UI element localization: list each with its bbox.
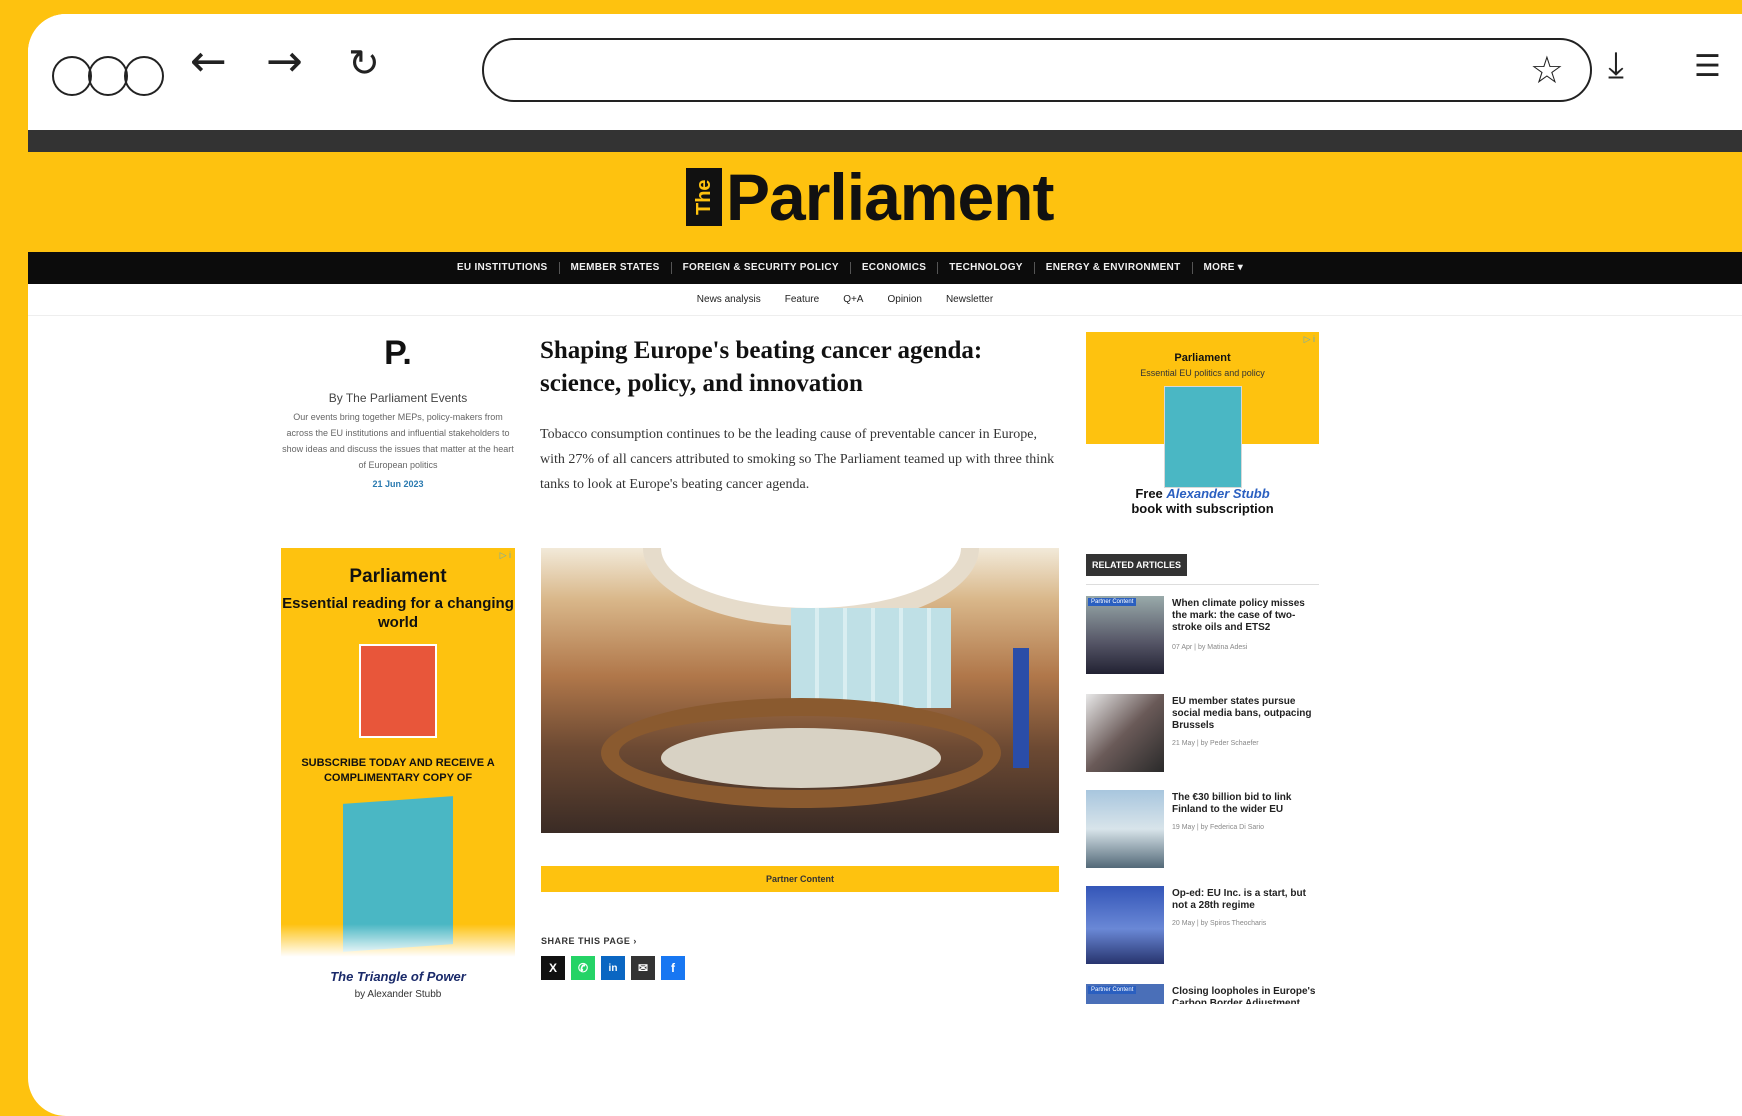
ad-right-offer: Free Alexander Stubb book with subscripti… — [1131, 486, 1274, 516]
photo-windows — [791, 608, 951, 708]
ad-right-book-image — [1164, 386, 1242, 488]
email-icon[interactable]: ✉ — [631, 956, 655, 980]
related-meta: 19 May | by Federica Di Sario — [1172, 824, 1265, 831]
related-thumbnail — [1086, 790, 1164, 868]
ad-choices-icon[interactable]: ▷ i — [500, 550, 511, 561]
window-minimize-button[interactable] — [88, 56, 128, 96]
article-hero-image — [541, 548, 1059, 833]
author-logo: P. — [384, 334, 412, 372]
subnav-newsletter[interactable]: Newsletter — [934, 294, 1005, 305]
nav-more[interactable]: MORE ▾ — [1193, 262, 1255, 274]
article-headline: Shaping Europe's beating cancer agenda: … — [540, 337, 983, 397]
download-icon[interactable]: ⤓ — [1608, 48, 1624, 84]
ad-right-tagline: Essential EU politics and policy — [1140, 368, 1265, 378]
subnav-opinion[interactable]: Opinion — [875, 294, 933, 305]
site-masthead: The Parliament — [28, 152, 1742, 252]
related-article[interactable]: EU member states pursue social media ban… — [1086, 694, 1326, 774]
share-label: SHARE THIS PAGE › — [541, 936, 637, 946]
url-input[interactable] — [514, 52, 1478, 90]
nav-eu-institutions[interactable]: EU INSTITUTIONS — [446, 262, 560, 274]
related-thumbnail — [1086, 694, 1164, 772]
left-ad-banner[interactable]: ▷ i Parliament Essential reading for a c… — [281, 548, 515, 1006]
photo-ceiling — [661, 548, 961, 608]
ad-left-brand: Parliament — [349, 566, 447, 587]
window-close-button[interactable] — [52, 56, 92, 96]
ad-left-tagline: Essential reading for a changing world — [282, 595, 514, 631]
author-description: Our events bring together MEPs, policy-m… — [282, 412, 514, 470]
linkedin-icon[interactable]: in — [601, 956, 625, 980]
related-thumbnail: Partner Content — [1086, 596, 1164, 674]
related-title[interactable]: Op-ed: EU Inc. is a start, but not a 28t… — [1172, 888, 1322, 912]
ad-left-book-title: The Triangle of Power — [330, 969, 466, 984]
subnav-qa[interactable]: Q+A — [831, 294, 875, 305]
forward-arrow-icon[interactable]: → — [266, 40, 303, 84]
subnav-feature[interactable]: Feature — [773, 294, 831, 305]
star-icon[interactable]: ☆ — [1530, 48, 1564, 92]
partner-content-label: Partner Content — [541, 866, 1059, 892]
photo-eu-flag — [1013, 648, 1029, 768]
browser-toolbar: ← → ↻ ☆ ⤓ ☰ — [28, 14, 1742, 130]
back-arrow-icon[interactable]: ← — [190, 40, 227, 84]
nav-energy-environment[interactable]: ENERGY & ENVIRONMENT — [1035, 262, 1193, 274]
related-meta: 07 Apr | by Matina Adesi — [1172, 644, 1248, 651]
ad-right-brand: Parliament — [1174, 352, 1231, 364]
main-navigation: EU INSTITUTIONS MEMBER STATES FOREIGN & … — [28, 252, 1742, 284]
partner-badge: Partner Content — [1088, 598, 1137, 606]
related-thumbnail: Partner Content — [1086, 984, 1164, 1004]
article-lede: Tobacco consumption continues to be the … — [540, 427, 1055, 492]
author-name[interactable]: By The Parliament Events — [282, 391, 514, 405]
photo-table — [601, 698, 1001, 808]
related-articles-heading: RELATED ARTICLES — [1086, 554, 1187, 576]
related-article[interactable]: Op-ed: EU Inc. is a start, but not a 28t… — [1086, 886, 1326, 966]
nav-technology[interactable]: TECHNOLOGY — [938, 262, 1035, 274]
address-bar[interactable]: ☆ — [482, 38, 1592, 102]
menu-icon[interactable]: ☰ — [1694, 52, 1721, 82]
nav-economics[interactable]: ECONOMICS — [851, 262, 939, 274]
related-article[interactable]: The €30 billion bid to link Finland to t… — [1086, 790, 1326, 870]
article-date: 21 Jun 2023 — [372, 479, 424, 489]
x-icon[interactable]: X — [541, 956, 565, 980]
related-meta: 20 May | by Spiros Theocharis — [1172, 920, 1267, 927]
related-title[interactable]: When climate policy misses the mark: the… — [1172, 598, 1322, 634]
sub-navigation: News analysis Feature Q+A Opinion Newsle… — [28, 284, 1742, 316]
ad-left-book-author: by Alexander Stubb — [354, 989, 442, 1000]
related-divider — [1086, 584, 1319, 585]
author-box: P. By The Parliament Events Our events b… — [282, 334, 514, 489]
ad-left-promo: SUBSCRIBE TODAY AND RECEIVE A COMPLIMENT… — [301, 757, 495, 784]
related-article[interactable]: Partner Content Closing loopholes in Eur… — [1086, 984, 1326, 1004]
related-title[interactable]: Closing loopholes in Europe's Carbon Bor… — [1172, 986, 1322, 1004]
facebook-icon[interactable]: f — [661, 956, 685, 980]
share-buttons: X ✆ in ✉ f — [541, 956, 685, 980]
nav-member-states[interactable]: MEMBER STATES — [560, 262, 672, 274]
related-article[interactable]: Partner Content When climate policy miss… — [1086, 596, 1326, 676]
partner-badge: Partner Content — [1088, 986, 1137, 994]
logo-word: Parliament — [726, 160, 1054, 234]
ad-choices-icon[interactable]: ▷ i — [1304, 334, 1315, 345]
site-logo[interactable]: The Parliament — [686, 160, 1054, 234]
subnav-news-analysis[interactable]: News analysis — [685, 294, 773, 305]
magazine-cover-image — [359, 644, 437, 738]
reload-icon[interactable]: ↻ — [348, 44, 380, 82]
related-title[interactable]: EU member states pursue social media ban… — [1172, 696, 1322, 732]
site-top-bar — [28, 130, 1742, 152]
whatsapp-icon[interactable]: ✆ — [571, 956, 595, 980]
logo-the: The — [686, 168, 722, 226]
related-title[interactable]: The €30 billion bid to link Finland to t… — [1172, 792, 1322, 816]
nav-foreign-security[interactable]: FOREIGN & SECURITY POLICY — [672, 262, 851, 274]
window-maximize-button[interactable] — [124, 56, 164, 96]
related-meta: 21 May | by Peder Schaefer — [1172, 740, 1259, 747]
right-ad-banner[interactable]: ▷ i Parliament Essential EU politics and… — [1086, 332, 1319, 520]
related-thumbnail — [1086, 886, 1164, 964]
